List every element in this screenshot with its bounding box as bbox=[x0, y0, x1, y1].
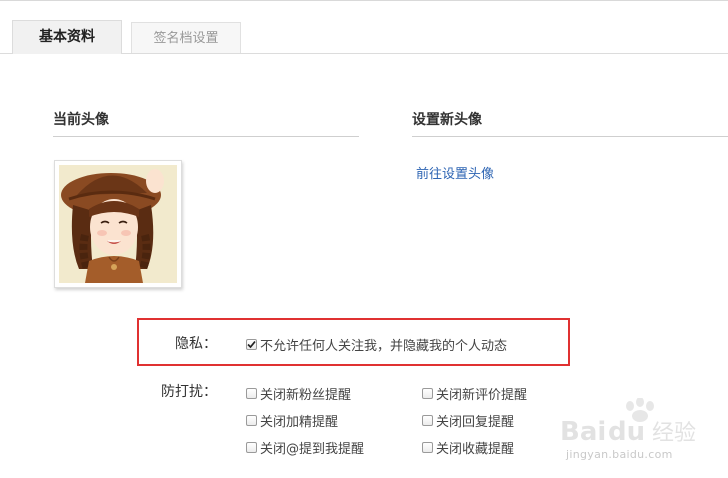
dnd-option-label: 关闭收藏提醒 bbox=[436, 442, 515, 457]
svg-text:du: du bbox=[608, 417, 645, 447]
dnd-checkbox[interactable] bbox=[246, 415, 257, 426]
dnd-option-label: 关闭@提到我提醒 bbox=[260, 442, 365, 457]
watermark-url: jingyan.baidu.com bbox=[566, 448, 673, 461]
check-icon bbox=[247, 340, 256, 349]
dnd-option-new-reviews[interactable]: 关闭新评价提醒 bbox=[422, 384, 527, 403]
tab-signature-settings[interactable]: 签名档设置 bbox=[131, 22, 241, 53]
dnd-option-replies[interactable]: 关闭回复提醒 bbox=[422, 411, 514, 430]
top-border bbox=[0, 0, 728, 1]
dnd-checkbox[interactable] bbox=[422, 415, 433, 426]
set-avatar-link[interactable]: 前往设置头像 bbox=[416, 163, 494, 182]
dnd-checkbox[interactable] bbox=[246, 442, 257, 453]
dnd-option-label: 关闭回复提醒 bbox=[436, 415, 515, 430]
dnd-option-mentions[interactable]: 关闭@提到我提醒 bbox=[246, 438, 364, 457]
privacy-option-label: 不允许任何人关注我，并隐藏我的个人动态 bbox=[260, 339, 508, 354]
dnd-option-new-fans[interactable]: 关闭新粉丝提醒 bbox=[246, 384, 351, 403]
dnd-checkbox[interactable] bbox=[422, 388, 433, 399]
dnd-label: 防打扰： bbox=[161, 384, 217, 400]
svg-text:Bai: Bai bbox=[560, 417, 606, 447]
avatar bbox=[54, 160, 182, 288]
current-avatar-title: 当前头像 bbox=[53, 109, 359, 137]
dnd-option-label: 关闭新粉丝提醒 bbox=[260, 388, 352, 403]
dnd-checkbox[interactable] bbox=[422, 442, 433, 453]
dnd-checkbox[interactable] bbox=[246, 388, 257, 399]
privacy-checkbox[interactable] bbox=[246, 339, 257, 350]
dnd-option-label: 关闭新评价提醒 bbox=[436, 388, 528, 403]
privacy-label: 隐私： bbox=[175, 336, 217, 352]
dnd-option-featured[interactable]: 关闭加精提醒 bbox=[246, 411, 338, 430]
dnd-option-favorites[interactable]: 关闭收藏提醒 bbox=[422, 438, 514, 457]
privacy-hide-activity-option[interactable]: 不允许任何人关注我，并隐藏我的个人动态 bbox=[246, 335, 507, 354]
svg-text:经验: 经验 bbox=[652, 421, 696, 446]
new-avatar-title: 设置新头像 bbox=[412, 109, 728, 137]
dnd-option-label: 关闭加精提醒 bbox=[260, 415, 339, 430]
tab-basic-info[interactable]: 基本资料 bbox=[12, 20, 122, 54]
tab-bar: 基本资料 签名档设置 bbox=[0, 20, 728, 54]
avatar-illustration bbox=[59, 165, 177, 283]
